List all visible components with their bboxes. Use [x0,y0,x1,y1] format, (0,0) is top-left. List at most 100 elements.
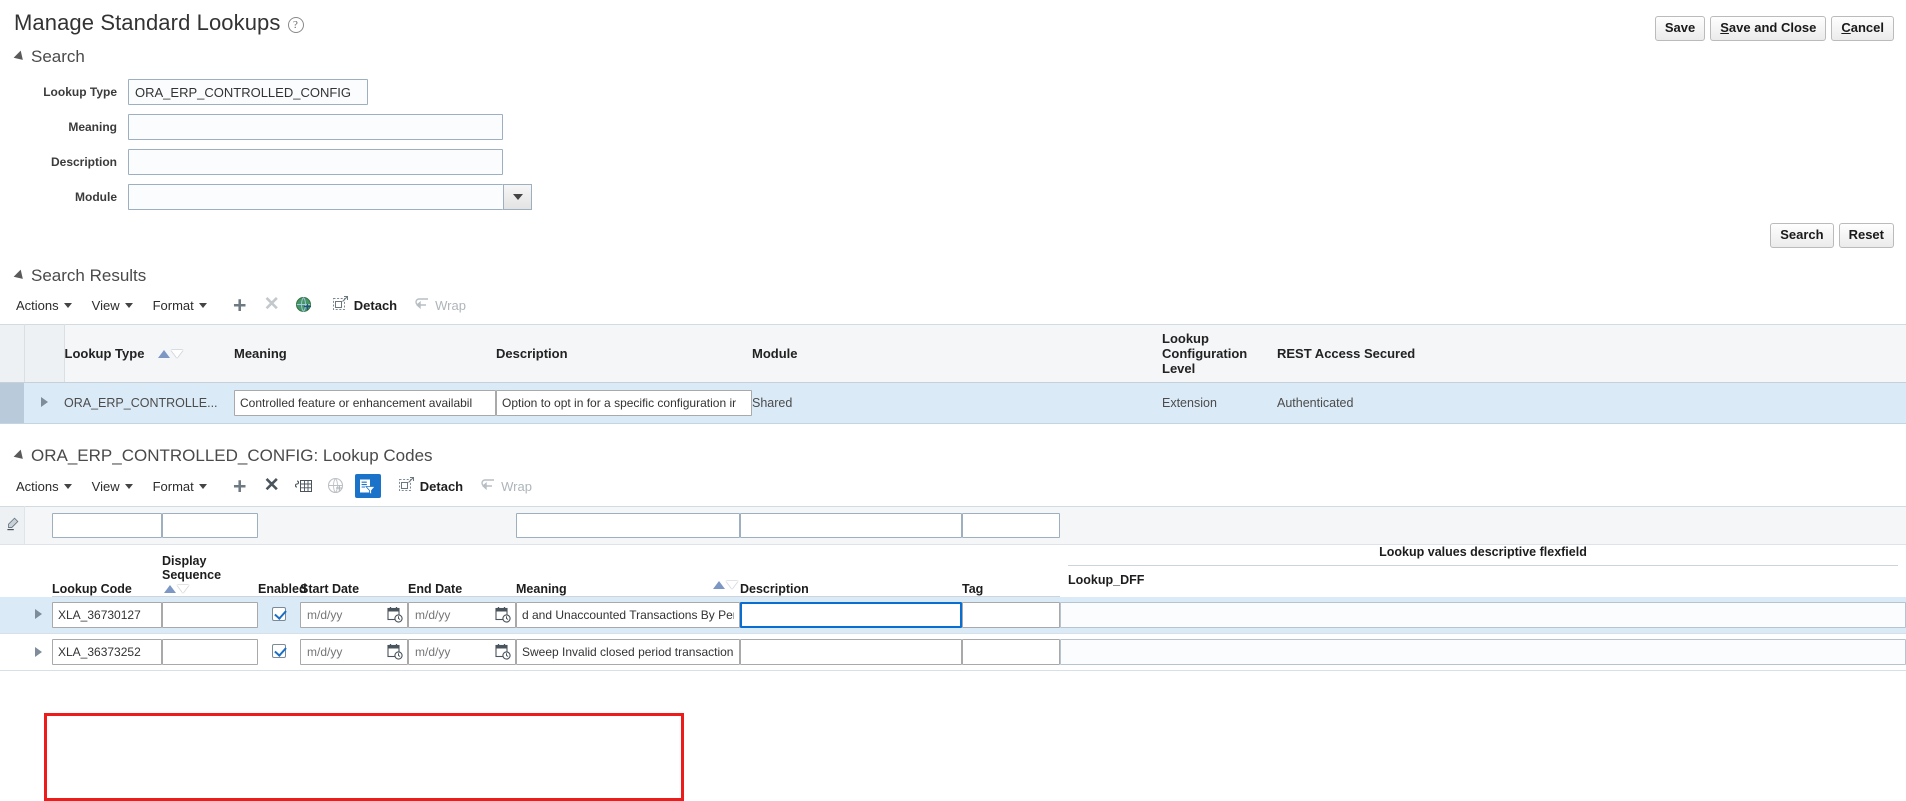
col-header-module[interactable]: Module [752,324,1162,383]
lookup-type-input[interactable] [128,79,368,105]
display-sequence-input[interactable] [162,602,258,628]
cell-lookup-dff [1060,633,1906,671]
enabled-checkbox[interactable] [272,606,286,621]
sort-descending-icon[interactable] [177,584,189,593]
page-root: Manage Standard Lookups ? Save Save and … [0,0,1906,801]
col-header-tag[interactable]: Tag [962,544,1060,597]
save-and-close-button[interactable]: Save and Close [1710,16,1827,41]
col-header-lookup-type[interactable]: Lookup Type [64,324,234,383]
wrap-button: Wrap [481,478,532,494]
description-input[interactable] [128,149,503,175]
globe-icon[interactable] [291,294,317,316]
detach-button[interactable]: Detach [398,477,463,495]
calendar-icon[interactable] [387,606,403,626]
collapse-triangle-icon[interactable] [13,50,27,64]
row-handle[interactable] [0,596,24,634]
sort-descending-icon[interactable] [171,349,184,358]
cell-description [496,382,752,424]
cell-meaning [516,633,740,671]
filter-tag-input[interactable] [962,513,1060,538]
row-handle[interactable] [0,633,24,671]
table-row[interactable]: ORA_ERP_CONTROLLE... Shared Extension Au… [0,382,1906,424]
module-select[interactable] [128,184,532,210]
col-header-meaning[interactable]: Meaning [234,324,496,383]
calendar-icon[interactable] [387,643,403,663]
lc-view-menu[interactable]: View [92,479,133,494]
detach-button[interactable]: Detach [332,296,397,314]
sort-ascending-icon[interactable] [164,584,176,593]
close-x-icon[interactable]: ✕ [259,475,285,497]
search-button[interactable]: Search [1770,223,1834,248]
sort-ascending-icon[interactable] [158,349,171,358]
freeze-columns-icon[interactable] [291,475,317,497]
lookup-dff-input[interactable] [1060,639,1906,665]
tag-input[interactable] [962,639,1060,665]
col-header-enabled[interactable]: Enabled [258,544,307,597]
lc-format-menu[interactable]: Format [153,479,207,494]
sort-icons[interactable] [158,349,184,358]
meaning-input[interactable] [128,114,503,140]
filter-display-sequence-input[interactable] [162,513,258,538]
sort-ascending-icon[interactable] [713,581,725,589]
row-handle[interactable] [0,382,24,424]
col-header-meaning[interactable]: Meaning [516,544,740,597]
results-toolbar: Actions View Format + ✕ Detach Wrap [0,286,1906,324]
reset-button[interactable]: Reset [1838,223,1894,248]
results-actions-menu[interactable]: Actions [16,298,72,313]
meaning-input[interactable] [516,602,740,628]
clear-filter-icon[interactable] [0,506,25,545]
tag-input[interactable] [962,602,1060,628]
enabled-checkbox[interactable] [272,643,286,658]
sort-descending-icon[interactable] [726,581,738,589]
lookup-code-input[interactable] [52,639,162,665]
field-meaning: Meaning [18,114,1906,140]
chevron-down-icon[interactable] [503,184,532,210]
results-description-input[interactable] [496,390,752,416]
plus-icon[interactable]: + [227,294,253,317]
save-button[interactable]: Save [1654,16,1706,41]
row-expander[interactable] [24,596,52,634]
row-expander[interactable] [24,633,52,671]
results-meaning-input[interactable] [234,390,496,416]
query-by-example-icon[interactable] [354,474,381,498]
row-expander[interactable] [24,382,64,424]
calendar-icon[interactable] [495,643,511,663]
collapse-triangle-icon[interactable] [13,269,27,283]
calendar-icon[interactable] [495,606,511,626]
sort-icons[interactable] [164,584,189,593]
collapse-triangle-icon[interactable] [13,449,27,463]
col-header-rest-access-secured[interactable]: REST Access Secured [1277,324,1906,383]
lc-actions-label: Actions [16,478,59,494]
col-header-description[interactable]: Description [496,324,752,383]
filter-lookup-code-input[interactable] [52,513,162,538]
plus-icon[interactable]: + [227,475,253,498]
col-header-display-sequence[interactable]: Display Sequence [162,544,258,597]
display-sequence-input[interactable] [162,639,258,665]
col-header-end-date[interactable]: End Date [408,544,516,597]
description-input[interactable] [740,639,962,665]
description-input[interactable] [740,602,962,628]
lc-actions-menu[interactable]: Actions [16,479,72,494]
meaning-input[interactable] [516,639,740,665]
lookup-code-input[interactable] [52,602,162,628]
search-section-header[interactable]: Search [0,41,1906,67]
col-header-start-date[interactable]: Start Date [300,544,408,597]
question-circle-icon[interactable]: ? [287,17,304,33]
sort-icons[interactable] [713,581,738,589]
table-row[interactable] [0,596,1906,634]
results-section-header[interactable]: Search Results [0,248,1906,286]
results-format-menu[interactable]: Format [153,298,207,313]
cancel-button[interactable]: Cancel [1831,16,1894,41]
col-header-description[interactable]: Description [740,544,962,597]
table-row[interactable] [0,633,1906,671]
module-input[interactable] [128,184,503,210]
col-header-lookup-configuration-level[interactable]: Lookup Configuration Level [1162,324,1277,383]
col-header-lookup-code[interactable]: Lookup Code [52,544,162,597]
lookup-dff-input[interactable] [1060,601,1906,628]
lookup-codes-section-header[interactable]: ORA_ERP_CONTROLLED_CONFIG: Lookup Codes [0,424,1906,466]
filter-meaning-input[interactable] [516,513,740,538]
filter-cell-description [740,506,962,545]
results-view-menu[interactable]: View [92,298,133,313]
field-lookup-type: Lookup Type [18,79,1906,105]
filter-description-input[interactable] [740,513,962,538]
